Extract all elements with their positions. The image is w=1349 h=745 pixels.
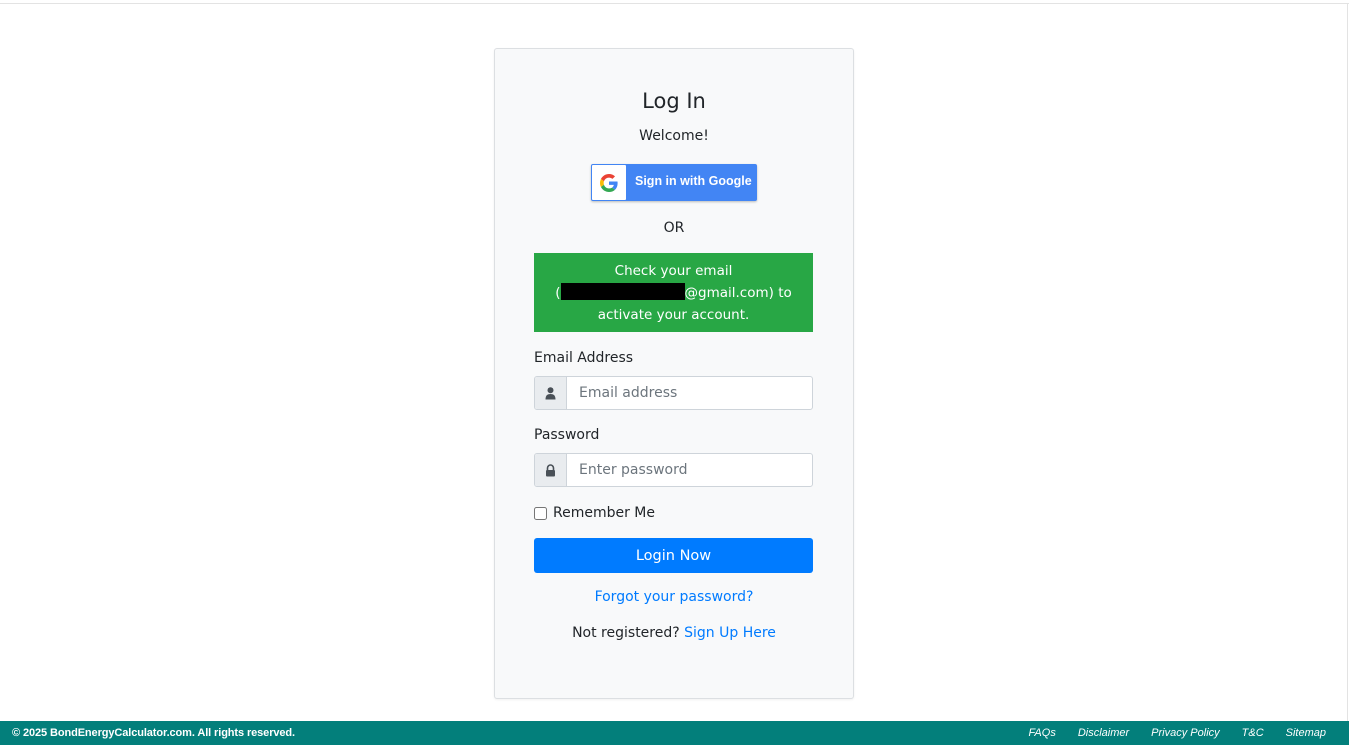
footer-link-sitemap[interactable]: Sitemap [1286,727,1326,739]
email-input-group [534,376,813,410]
password-input-group [534,453,813,487]
footer: © 2025 BondEnergyCalculator.com. All rig… [0,721,1349,745]
google-signin-button[interactable]: Sign in with Google [591,164,757,201]
login-button[interactable]: Login Now [534,538,813,573]
footer-links: FAQs Disclaimer Privacy Policy T&C Sitem… [1029,727,1326,739]
or-separator: OR [663,220,685,236]
footer-link-terms[interactable]: T&C [1242,727,1264,739]
alert-email-suffix: @gmail.com) to [684,285,792,301]
top-divider [0,3,1349,4]
signup-prompt: Not registered? Sign Up Here [495,625,853,641]
copyright-text: © 2025 BondEnergyCalculator.com. All rig… [12,727,295,739]
page-title: Log In [642,89,706,113]
google-logo-icon [592,165,626,200]
right-divider [1347,3,1348,721]
not-registered-text: Not registered? [572,625,680,641]
remember-me-label: Remember Me [553,505,655,521]
password-input[interactable] [568,454,812,486]
user-icon [535,377,567,409]
lock-icon [535,454,567,486]
alert-line-1: Check your email [614,263,733,279]
alert-line-2: (@gmail.com) to [534,282,813,304]
signup-link[interactable]: Sign Up Here [684,625,776,641]
email-label: Email Address [534,350,634,366]
forgot-password-link[interactable]: Forgot your password? [595,589,754,605]
login-card: Log In Welcome! Sign in with Google OR C… [494,48,854,699]
footer-link-disclaimer[interactable]: Disclaimer [1078,727,1129,739]
remember-me-checkbox[interactable] [534,506,547,520]
password-label: Password [534,427,600,443]
footer-link-privacy-policy[interactable]: Privacy Policy [1151,727,1219,739]
google-signin-label: Sign in with Google [635,174,752,188]
email-input[interactable] [568,377,812,409]
forgot-password: Forgot your password? [495,589,853,605]
activation-alert: Check your email (@gmail.com) to activat… [534,253,813,332]
remember-me[interactable]: Remember Me [534,505,655,521]
alert-line-3: activate your account. [597,307,750,323]
footer-link-faqs[interactable]: FAQs [1029,727,1056,739]
welcome-text: Welcome! [639,128,709,144]
redacted-email [560,283,685,300]
